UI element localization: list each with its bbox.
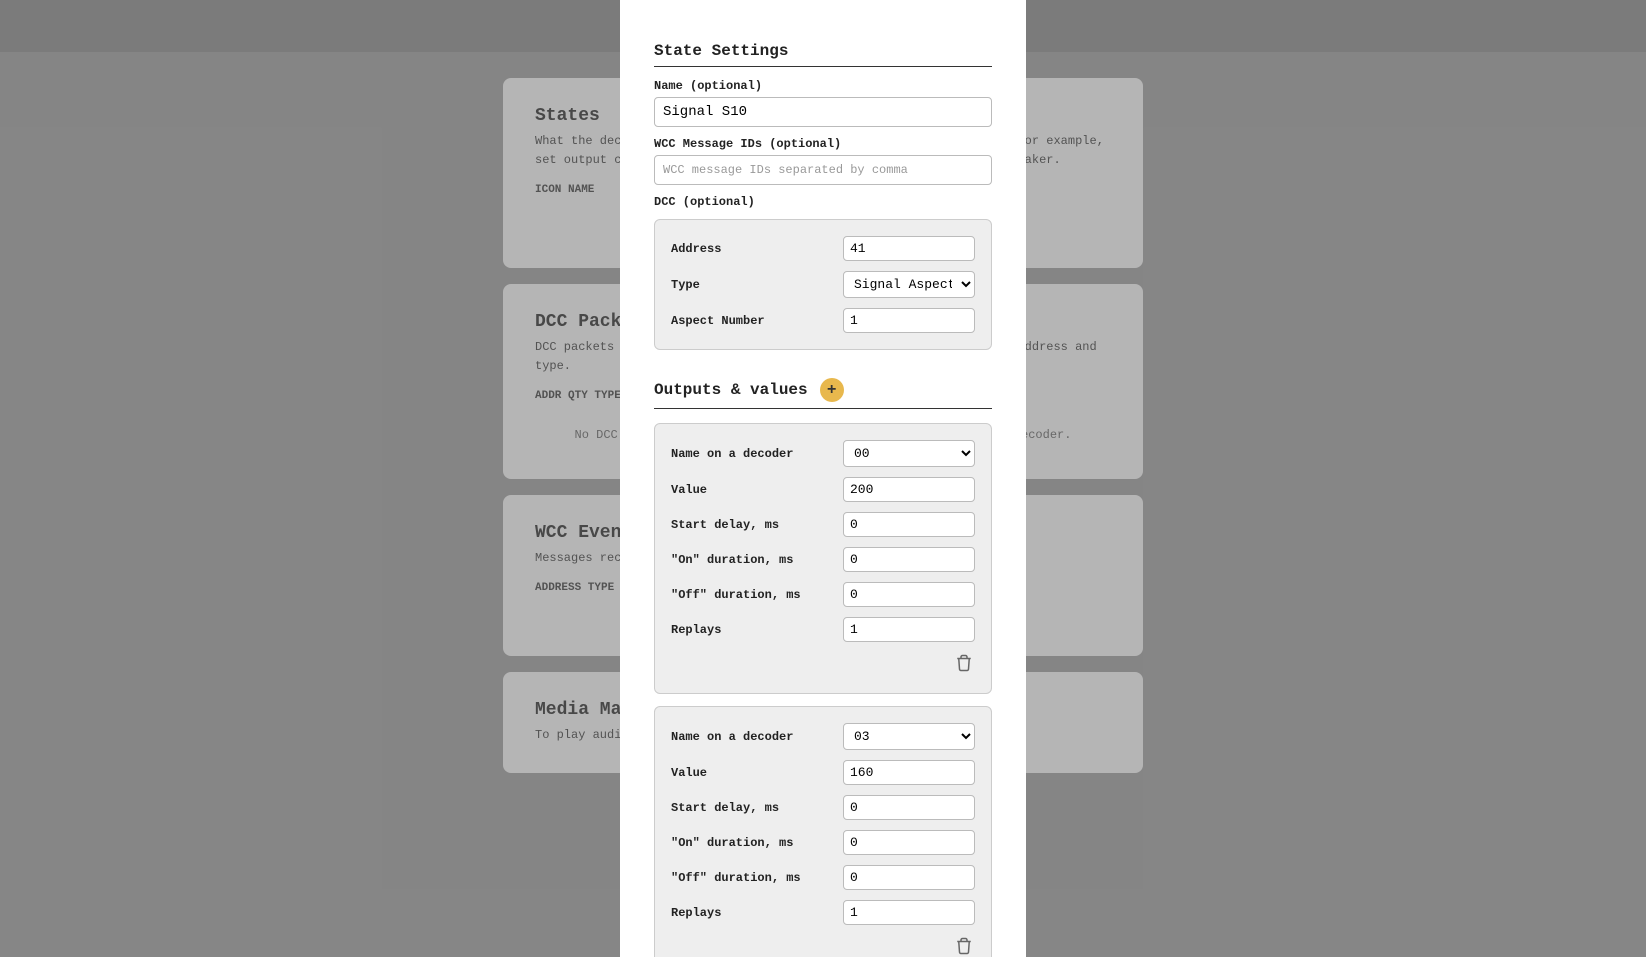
output-card: Name on a decoder 00 Value Start delay, … — [654, 423, 992, 694]
output-off-duration-input[interactable] — [843, 582, 975, 607]
dcc-panel: Address Type Signal Aspect Aspect Number — [654, 219, 992, 350]
output-replays-label: Replays — [671, 623, 801, 637]
dcc-type-label: Type — [671, 278, 801, 292]
output-replays-input[interactable] — [843, 900, 975, 925]
dcc-aspect-label: Aspect Number — [671, 314, 801, 328]
wcc-ids-label: WCC Message IDs (optional) — [654, 137, 992, 151]
plus-icon: + — [827, 379, 836, 401]
output-start-delay-input[interactable] — [843, 512, 975, 537]
dcc-label: DCC (optional) — [654, 195, 992, 209]
output-start-delay-input[interactable] — [843, 795, 975, 820]
trash-icon — [955, 937, 973, 955]
output-on-duration-label: "On" duration, ms — [671, 836, 801, 850]
output-value-label: Value — [671, 483, 801, 497]
name-input[interactable] — [654, 97, 992, 127]
output-card: Name on a decoder 03 Value Start delay, … — [654, 706, 992, 957]
output-value-label: Value — [671, 766, 801, 780]
output-name-select[interactable]: 00 — [843, 440, 975, 467]
name-label: Name (optional) — [654, 79, 992, 93]
delete-output-button[interactable] — [953, 935, 975, 957]
output-off-duration-label: "Off" duration, ms — [671, 588, 801, 602]
dcc-address-label: Address — [671, 242, 801, 256]
output-name-select[interactable]: 03 — [843, 723, 975, 750]
delete-output-button[interactable] — [953, 652, 975, 677]
output-on-duration-input[interactable] — [843, 547, 975, 572]
output-replays-input[interactable] — [843, 617, 975, 642]
output-start-delay-label: Start delay, ms — [671, 801, 801, 815]
output-off-duration-input[interactable] — [843, 865, 975, 890]
state-settings-modal: State Settings Name (optional) WCC Messa… — [620, 0, 1026, 957]
dcc-type-select[interactable]: Signal Aspect — [843, 271, 975, 298]
output-on-duration-label: "On" duration, ms — [671, 553, 801, 567]
trash-icon — [955, 654, 973, 672]
outputs-heading-row: Outputs & values + — [654, 378, 992, 409]
outputs-heading: Outputs & values — [654, 381, 808, 399]
state-settings-heading: State Settings — [654, 42, 992, 67]
add-output-button[interactable]: + — [820, 378, 844, 402]
output-off-duration-label: "Off" duration, ms — [671, 871, 801, 885]
output-value-input[interactable] — [843, 760, 975, 785]
output-start-delay-label: Start delay, ms — [671, 518, 801, 532]
wcc-ids-input[interactable] — [654, 155, 992, 185]
output-name-label: Name on a decoder — [671, 447, 801, 461]
output-on-duration-input[interactable] — [843, 830, 975, 855]
dcc-aspect-input[interactable] — [843, 308, 975, 333]
output-name-label: Name on a decoder — [671, 730, 801, 744]
output-replays-label: Replays — [671, 906, 801, 920]
dcc-address-input[interactable] — [843, 236, 975, 261]
output-value-input[interactable] — [843, 477, 975, 502]
